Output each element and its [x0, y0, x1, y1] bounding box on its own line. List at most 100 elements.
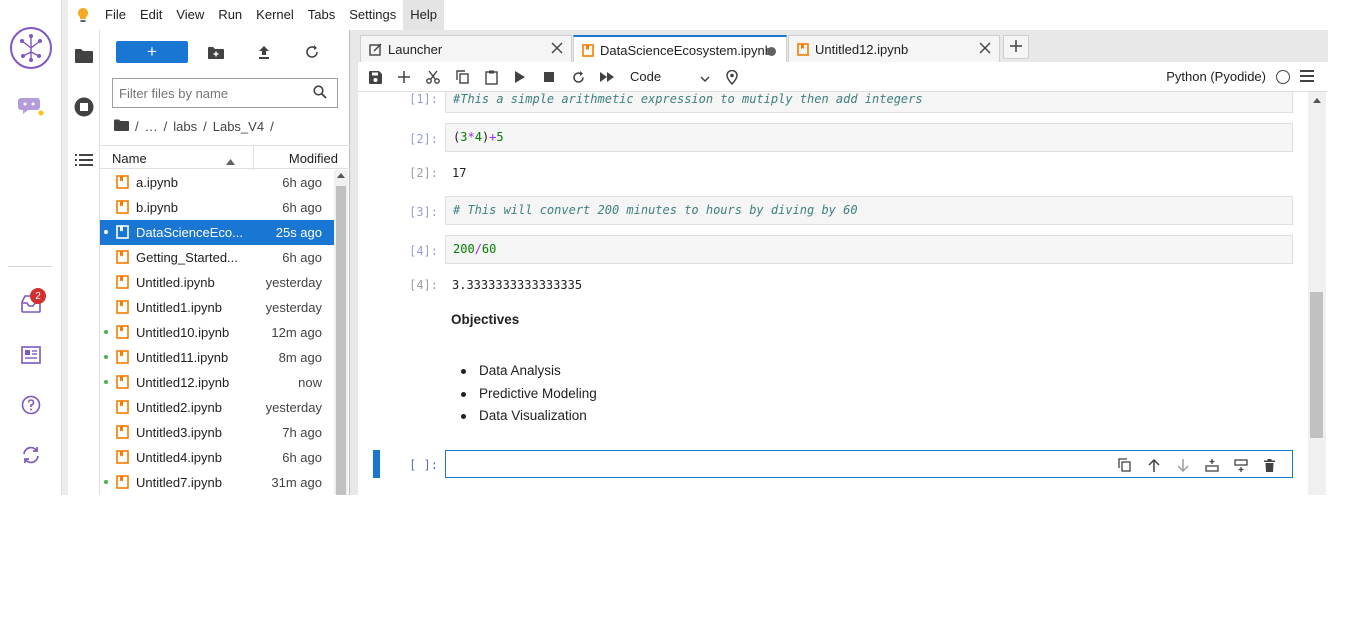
file-list-scrollbar[interactable] — [334, 170, 348, 495]
notebook-panel: [1]: #This a simple arithmetic expressio… — [358, 92, 1308, 495]
hamburger-menu-icon[interactable] — [1300, 70, 1314, 85]
cell-editor[interactable]: (3*4)+5 — [445, 123, 1293, 152]
filter-files-input[interactable] — [119, 83, 304, 103]
insert-cell-icon[interactable] — [394, 68, 414, 86]
menu-help[interactable]: Help — [403, 0, 444, 30]
menu-edit[interactable]: Edit — [133, 0, 169, 30]
delete-cell-icon[interactable] — [1255, 456, 1284, 474]
refresh-icon[interactable] — [300, 41, 324, 63]
file-name: Getting_Started... — [136, 250, 238, 265]
output-prompt: [4]: — [409, 278, 438, 292]
input-prompt: [ ]: — [409, 458, 438, 472]
cell-editor[interactable]: #This a simple arithmetic expression to … — [445, 92, 1293, 113]
cell-editor[interactable]: # This will convert 200 minutes to hours… — [445, 196, 1293, 225]
menu-kernel[interactable]: Kernel — [249, 0, 301, 30]
file-modified: 6h ago — [282, 200, 322, 215]
file-modified: now — [298, 375, 322, 390]
notebook-icon — [116, 175, 129, 192]
cell-type-select[interactable]: Code — [630, 68, 712, 86]
duplicate-cell-icon[interactable] — [1110, 456, 1139, 474]
close-icon[interactable] — [551, 42, 563, 57]
breadcrumb-labs-v4[interactable]: Labs_V4 — [213, 119, 264, 134]
fast-forward-icon[interactable] — [597, 68, 617, 86]
file-row[interactable]: Untitled3.ipynb 7h ago — [100, 420, 334, 445]
chat-icon[interactable] — [0, 92, 62, 120]
notebook-icon — [582, 43, 594, 57]
menu-view[interactable]: View — [169, 0, 211, 30]
file-modified: 31m ago — [271, 475, 322, 490]
save-icon[interactable] — [365, 68, 385, 86]
file-row[interactable]: Getting_Started... 6h ago — [100, 245, 334, 270]
file-row[interactable]: Untitled1.ipynb yesterday — [100, 295, 334, 320]
map-pin-icon[interactable] — [722, 68, 742, 86]
tab-datascienceecosystem[interactable]: DataScienceEcosystem.ipynb — [573, 35, 787, 63]
file-row[interactable]: Untitled11.ipynb 8m ago — [100, 345, 334, 370]
list-item: Data Analysis — [451, 360, 597, 383]
cell-editor[interactable]: 200/60 — [445, 235, 1293, 264]
notebook-scrollbar[interactable] — [1308, 92, 1326, 495]
restart-icon[interactable] — [568, 68, 588, 86]
run-icon[interactable] — [510, 68, 530, 86]
tab-launcher[interactable]: Launcher — [360, 35, 572, 62]
menu-run[interactable]: Run — [211, 0, 249, 30]
launcher-icon — [369, 43, 382, 56]
file-row[interactable]: Untitled7.ipynb 31m ago — [100, 470, 334, 495]
table-of-contents-icon[interactable] — [68, 144, 100, 176]
notebook-icon — [116, 325, 129, 342]
menu-file[interactable]: File — [98, 0, 133, 30]
unsaved-indicator-icon[interactable] — [767, 47, 776, 56]
file-row[interactable]: Untitled2.ipynb yesterday — [100, 395, 334, 420]
sync-icon[interactable] — [0, 441, 62, 469]
code-comment: # This will convert 200 minutes to hours… — [453, 203, 858, 217]
plus-icon: + — [147, 42, 157, 61]
cut-icon[interactable] — [423, 68, 443, 86]
news-icon[interactable] — [0, 341, 62, 369]
main-tab-bar: Launcher DataScienceEcosystem.ipynb Unti… — [358, 30, 1328, 63]
help-icon[interactable] — [0, 391, 62, 419]
file-name: Untitled10.ipynb — [136, 325, 230, 340]
column-name[interactable]: Name — [112, 151, 147, 166]
menu-tabs[interactable]: Tabs — [301, 0, 342, 30]
running-terminals-icon[interactable] — [68, 91, 100, 123]
breadcrumb-labs[interactable]: labs — [173, 119, 197, 134]
cell-editor[interactable] — [445, 450, 1293, 478]
new-launcher-button[interactable]: + — [116, 41, 188, 63]
running-indicator-icon — [104, 380, 108, 384]
file-browser: + / … / labs / Labs_V4 / — [100, 30, 350, 495]
file-row[interactable]: Untitled12.ipynb now — [100, 370, 334, 395]
file-row[interactable]: Untitled10.ipynb 12m ago — [100, 320, 334, 345]
copy-icon[interactable] — [452, 68, 472, 86]
file-name: Untitled12.ipynb — [136, 375, 230, 390]
notebook-icon — [797, 42, 809, 56]
file-modified: yesterday — [265, 275, 322, 290]
menu-settings[interactable]: Settings — [342, 0, 403, 30]
kernel-name[interactable]: Python (Pyodide) — [1166, 69, 1266, 84]
file-modified: 7h ago — [282, 425, 322, 440]
file-row[interactable]: b.ipynb 6h ago — [100, 195, 334, 220]
insert-below-icon[interactable] — [1226, 456, 1255, 474]
file-name: Untitled7.ipynb — [136, 475, 222, 490]
file-row[interactable]: DataScienceEco... 25s ago — [100, 220, 334, 245]
stop-icon[interactable] — [539, 68, 559, 86]
column-modified[interactable]: Modified — [289, 151, 338, 166]
move-up-icon[interactable] — [1139, 456, 1168, 474]
tab-untitled12[interactable]: Untitled12.ipynb — [788, 35, 1000, 62]
file-modified: 12m ago — [271, 325, 322, 340]
new-folder-icon[interactable] — [204, 41, 228, 63]
close-icon[interactable] — [979, 42, 991, 57]
file-row[interactable]: a.ipynb 6h ago — [100, 170, 334, 195]
menu-bar: File Edit View Run Kernel Tabs Settings … — [68, 0, 1328, 30]
input-prompt: [2]: — [409, 132, 438, 146]
upload-icon[interactable] — [252, 41, 276, 63]
paste-icon[interactable] — [481, 68, 501, 86]
file-row[interactable]: Untitled4.ipynb 6h ago — [100, 445, 334, 470]
new-tab-button[interactable] — [1003, 35, 1029, 59]
file-row[interactable]: Untitled.ipynb yesterday — [100, 270, 334, 295]
insert-above-icon[interactable] — [1197, 456, 1226, 474]
file-name: Untitled4.ipynb — [136, 450, 222, 465]
home-folder-icon[interactable] — [114, 119, 129, 134]
breadcrumb-sep: / — [270, 118, 274, 134]
folder-icon[interactable] — [68, 39, 100, 71]
breadcrumb-ellipsis[interactable]: … — [145, 119, 158, 134]
move-down-icon[interactable] — [1168, 456, 1197, 474]
